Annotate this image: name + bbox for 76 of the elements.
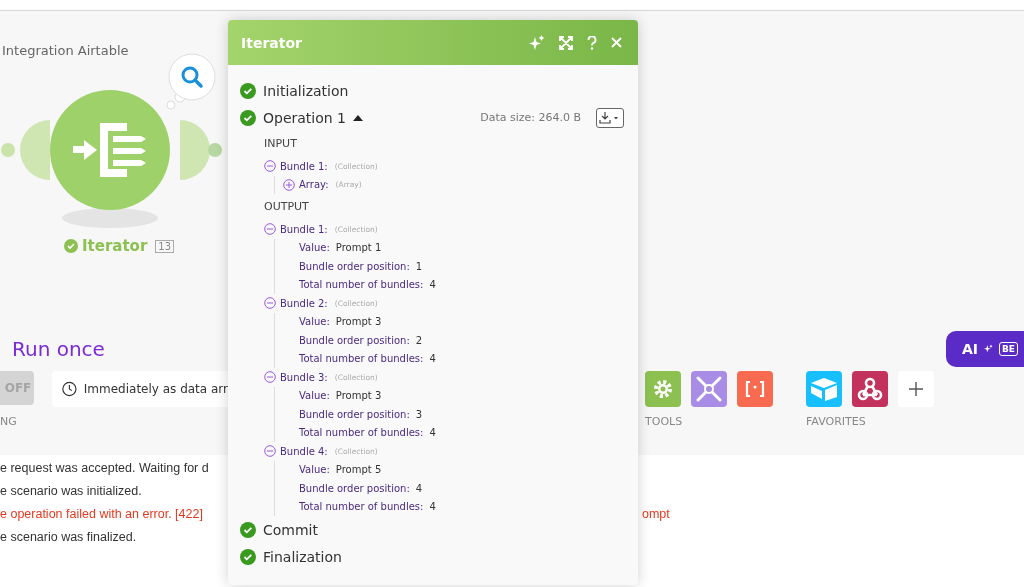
brackets-tile[interactable] bbox=[737, 371, 773, 407]
scenario-title: Integration Airtable bbox=[2, 43, 129, 58]
bundle-label: Bundle 1: bbox=[280, 160, 328, 172]
bundle-label: Bundle 1: bbox=[280, 223, 328, 235]
field-label: Total number of bundles: bbox=[299, 353, 424, 365]
field-value: 1 bbox=[415, 260, 423, 272]
run-once-button[interactable]: Run once bbox=[0, 337, 105, 361]
field-value: 2 bbox=[415, 334, 423, 346]
field-value: 4 bbox=[415, 482, 423, 494]
field-value: Prompt 3 bbox=[335, 390, 382, 402]
beta-tag: BE bbox=[999, 342, 1018, 356]
field-label: Bundle order position: bbox=[299, 334, 410, 346]
collapse-icon[interactable] bbox=[264, 223, 276, 236]
expand-icon[interactable] bbox=[283, 178, 295, 191]
log-message: e scenario was finalized. bbox=[0, 530, 137, 544]
data-size-text: Data size: 264.0 B bbox=[480, 111, 581, 124]
log-message: ompt bbox=[642, 507, 670, 521]
field-value: 4 bbox=[429, 427, 436, 439]
field-label: Value: bbox=[299, 316, 330, 328]
field-label: Array: bbox=[299, 179, 329, 191]
ai-button[interactable]: AI BE bbox=[946, 331, 1024, 367]
bundle-label: Bundle 2: bbox=[280, 297, 328, 309]
section-heading: OUTPUT bbox=[264, 200, 309, 213]
toolbar-group-label: TOOLS bbox=[645, 415, 684, 428]
field-value: 4 bbox=[429, 279, 436, 291]
gear-tile[interactable] bbox=[645, 371, 681, 407]
log-message: e request was accepted. Waiting for d bbox=[0, 461, 209, 475]
field-value: 3 bbox=[415, 408, 423, 420]
field-value: Prompt 1 bbox=[335, 242, 382, 254]
section-heading: INPUT bbox=[264, 137, 297, 150]
field-label: Value: bbox=[299, 242, 330, 254]
download-button[interactable] bbox=[596, 107, 624, 128]
field-label: Value: bbox=[299, 464, 330, 476]
collapse-icon[interactable] bbox=[264, 160, 276, 173]
toolbar-group-label: FAVORITES bbox=[806, 415, 867, 428]
caret-icon[interactable] bbox=[353, 114, 364, 121]
field-label: Bundle order position: bbox=[299, 408, 410, 420]
field-label: Total number of bundles: bbox=[299, 279, 424, 291]
plus-icon bbox=[908, 381, 924, 397]
stage-label[interactable]: Operation 1 bbox=[263, 109, 347, 126]
log-message: e operation failed with an error. [422] bbox=[0, 507, 203, 521]
module-name: Iterator bbox=[82, 237, 148, 255]
field-value: 4 bbox=[429, 501, 436, 513]
clock-icon bbox=[62, 380, 77, 398]
schedule-field[interactable]: Immediately as data arr bbox=[52, 371, 228, 407]
stage-label: Finalization bbox=[263, 548, 342, 565]
gear-icon bbox=[652, 378, 674, 400]
tools-tile[interactable] bbox=[691, 371, 727, 407]
field-value: Prompt 3 bbox=[335, 316, 382, 328]
module-id-tag: 13 bbox=[155, 239, 175, 253]
popup-title: Iterator bbox=[241, 34, 302, 51]
bundle-label: Bundle 3: bbox=[280, 371, 328, 383]
brackets-icon bbox=[745, 381, 765, 397]
field-label: Bundle order position: bbox=[299, 260, 410, 272]
close-icon[interactable] bbox=[611, 37, 622, 48]
webhook-tile[interactable] bbox=[852, 371, 888, 407]
stage-label: Initialization bbox=[263, 82, 349, 99]
download-icon bbox=[599, 111, 619, 124]
scheduling-caption: NG bbox=[0, 415, 18, 428]
field-value: 4 bbox=[429, 353, 436, 365]
collapse-icon[interactable] bbox=[264, 445, 276, 458]
help-icon[interactable] bbox=[587, 35, 597, 50]
collapse-icon[interactable] bbox=[264, 371, 276, 384]
bundle-label: Bundle 4: bbox=[280, 445, 328, 457]
field-label: Bundle order position: bbox=[299, 482, 410, 494]
add-tile[interactable] bbox=[898, 371, 934, 407]
box-icon bbox=[810, 377, 838, 401]
log-message: e scenario was initialized. bbox=[0, 484, 142, 498]
field-value: Prompt 5 bbox=[335, 464, 382, 476]
stage-label: Commit bbox=[263, 521, 318, 538]
sparkle-icon[interactable] bbox=[529, 34, 545, 51]
field-label: Total number of bundles: bbox=[299, 427, 424, 439]
field-label: Total number of bundles: bbox=[299, 501, 424, 513]
collapse-icon[interactable] bbox=[264, 297, 276, 310]
webhook-icon bbox=[857, 376, 883, 402]
field-label: Value: bbox=[299, 390, 330, 402]
